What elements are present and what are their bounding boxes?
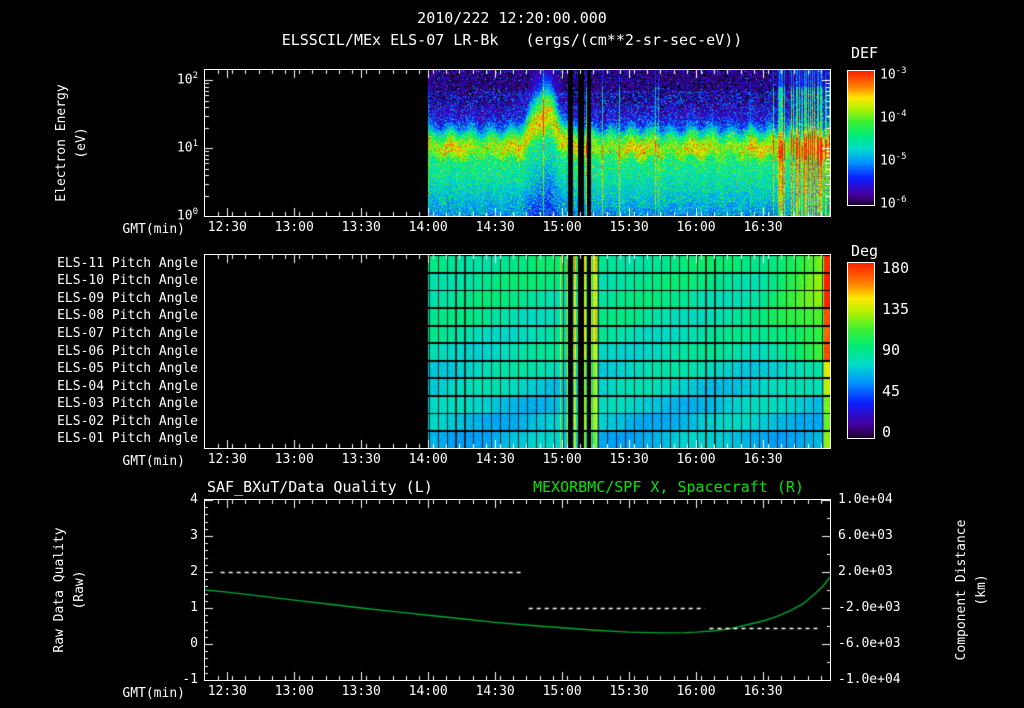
plot-page: 2010/222 12:20:00.000 ELSSCIL/MEx ELS-07…: [0, 0, 1024, 708]
deg-colorbar-tick-label: 90: [882, 341, 901, 359]
distance-tick-label: 1.0e+04: [838, 492, 893, 507]
x-tick-label-line: 12:30: [207, 684, 247, 699]
x-tick-label-spec: 15:30: [609, 220, 649, 235]
energy-axis-label-line1: Electron Energy: [54, 84, 69, 202]
quality-tick-label: 3: [190, 528, 198, 543]
x-tick-label-pitch: 16:00: [676, 452, 716, 467]
energy-spectrogram-canvas: [205, 70, 830, 216]
x-tick-label-pitch: 12:30: [207, 452, 247, 467]
def-colorbar-tick-label: 10-6: [880, 195, 907, 212]
quality-axis-label-line1: Raw Data Quality: [52, 527, 67, 653]
x-tick-label-spec: 13:30: [341, 220, 381, 235]
plot-datetime: 2010/222 12:20:00.000: [417, 9, 607, 27]
energy-tick-label: 101: [176, 139, 198, 156]
quality-tick-label: 1: [190, 600, 198, 615]
deg-colorbar-tick-label: 45: [882, 382, 901, 400]
pitch-row-label: ELS-03 Pitch Angle: [57, 396, 198, 412]
energy-axis-label-line2: (eV): [74, 127, 89, 159]
x-tick-label-pitch: 14:30: [475, 452, 515, 467]
distance-tick-label: -6.0e+03: [838, 636, 901, 651]
pitch-row-label: ELS-11 Pitch Angle: [57, 255, 198, 271]
gmt-label-top: GMT(min): [122, 222, 185, 237]
def-colorbar: [847, 70, 875, 206]
def-colorbar-tick-label: 10-3: [880, 66, 907, 83]
x-tick-label-pitch: 13:00: [274, 452, 314, 467]
x-tick-label-line: 16:30: [743, 684, 783, 699]
pitch-row-label: ELS-04 Pitch Angle: [57, 378, 198, 394]
deg-colorbar: [847, 262, 875, 439]
pitch-row-label: ELS-02 Pitch Angle: [57, 413, 198, 429]
pitch-angle-canvas: [205, 255, 830, 448]
energy-axis-label: Electron Energy (eV): [52, 61, 92, 225]
pitch-row-label: ELS-07 Pitch Angle: [57, 325, 198, 341]
pitch-row-label: ELS-10 Pitch Angle: [57, 273, 198, 289]
def-colorbar-title: DEF: [851, 44, 879, 62]
x-tick-label-spec: 14:30: [475, 220, 515, 235]
distance-axis-label-line1: Component Distance: [954, 519, 969, 661]
x-tick-label-pitch: 13:30: [341, 452, 381, 467]
quality-distance-canvas: [205, 500, 830, 680]
quality-axis-label-line2: (Raw): [72, 570, 87, 610]
x-tick-label-spec: 16:30: [743, 220, 783, 235]
x-tick-label-line: 13:00: [274, 684, 314, 699]
quality-tick-label: 2: [190, 564, 198, 579]
pitch-row-label: ELS-05 Pitch Angle: [57, 361, 198, 377]
x-tick-label-line: 14:30: [475, 684, 515, 699]
distance-tick-label: -2.0e+03: [838, 600, 901, 615]
pitch-row-label: ELS-06 Pitch Angle: [57, 343, 198, 359]
pitch-row-label: ELS-09 Pitch Angle: [57, 290, 198, 306]
x-tick-label-pitch: 15:00: [542, 452, 582, 467]
def-colorbar-tick-label: 10-5: [880, 152, 907, 169]
x-tick-label-line: 15:30: [609, 684, 649, 699]
x-tick-label-pitch: 14:00: [408, 452, 448, 467]
x-tick-label-spec: 14:00: [408, 220, 448, 235]
gmt-label-middle: GMT(min): [122, 454, 185, 469]
x-tick-label-spec: 16:00: [676, 220, 716, 235]
def-colorbar-tick-label: 10-4: [880, 109, 907, 126]
x-tick-label-pitch: 15:30: [609, 452, 649, 467]
deg-colorbar-tick-label: 0: [882, 423, 892, 441]
energy-tick-label: 100: [176, 207, 198, 224]
gmt-label-bottom: GMT(min): [122, 686, 185, 701]
bottom-title-left: SAF_BXuT/Data Quality (L): [207, 478, 433, 496]
quality-distance-panel: [204, 499, 831, 681]
distance-tick-label: 2.0e+03: [838, 564, 893, 579]
deg-colorbar-tick-label: 135: [882, 300, 910, 318]
energy-spectrogram-panel: [204, 69, 831, 217]
x-tick-label-spec: 12:30: [207, 220, 247, 235]
distance-axis-label: Component Distance (km): [952, 480, 992, 700]
quality-tick-label: 0: [190, 636, 198, 651]
quality-tick-label: -1: [182, 672, 198, 687]
energy-tick-label: 102: [176, 71, 198, 88]
bottom-title-right: MEXORBMC/SPF X, Spacecraft (R): [533, 478, 804, 496]
pitch-row-label: ELS-08 Pitch Angle: [57, 308, 198, 324]
distance-tick-label: -1.0e+04: [838, 672, 901, 687]
x-tick-label-line: 13:30: [341, 684, 381, 699]
pitch-angle-panel: [204, 254, 831, 449]
deg-colorbar-tick-label: 180: [882, 259, 910, 277]
x-tick-label-line: 15:00: [542, 684, 582, 699]
x-tick-label-spec: 15:00: [542, 220, 582, 235]
deg-colorbar-title: Deg: [851, 242, 879, 260]
quality-tick-label: 4: [190, 492, 198, 507]
distance-tick-label: 6.0e+03: [838, 528, 893, 543]
x-tick-label-pitch: 16:30: [743, 452, 783, 467]
x-tick-label-spec: 13:00: [274, 220, 314, 235]
x-tick-label-line: 16:00: [676, 684, 716, 699]
x-tick-label-line: 14:00: [408, 684, 448, 699]
quality-axis-label: Raw Data Quality (Raw): [50, 490, 90, 690]
distance-axis-label-line2: (km): [974, 574, 989, 606]
pitch-row-label: ELS-01 Pitch Angle: [57, 431, 198, 447]
